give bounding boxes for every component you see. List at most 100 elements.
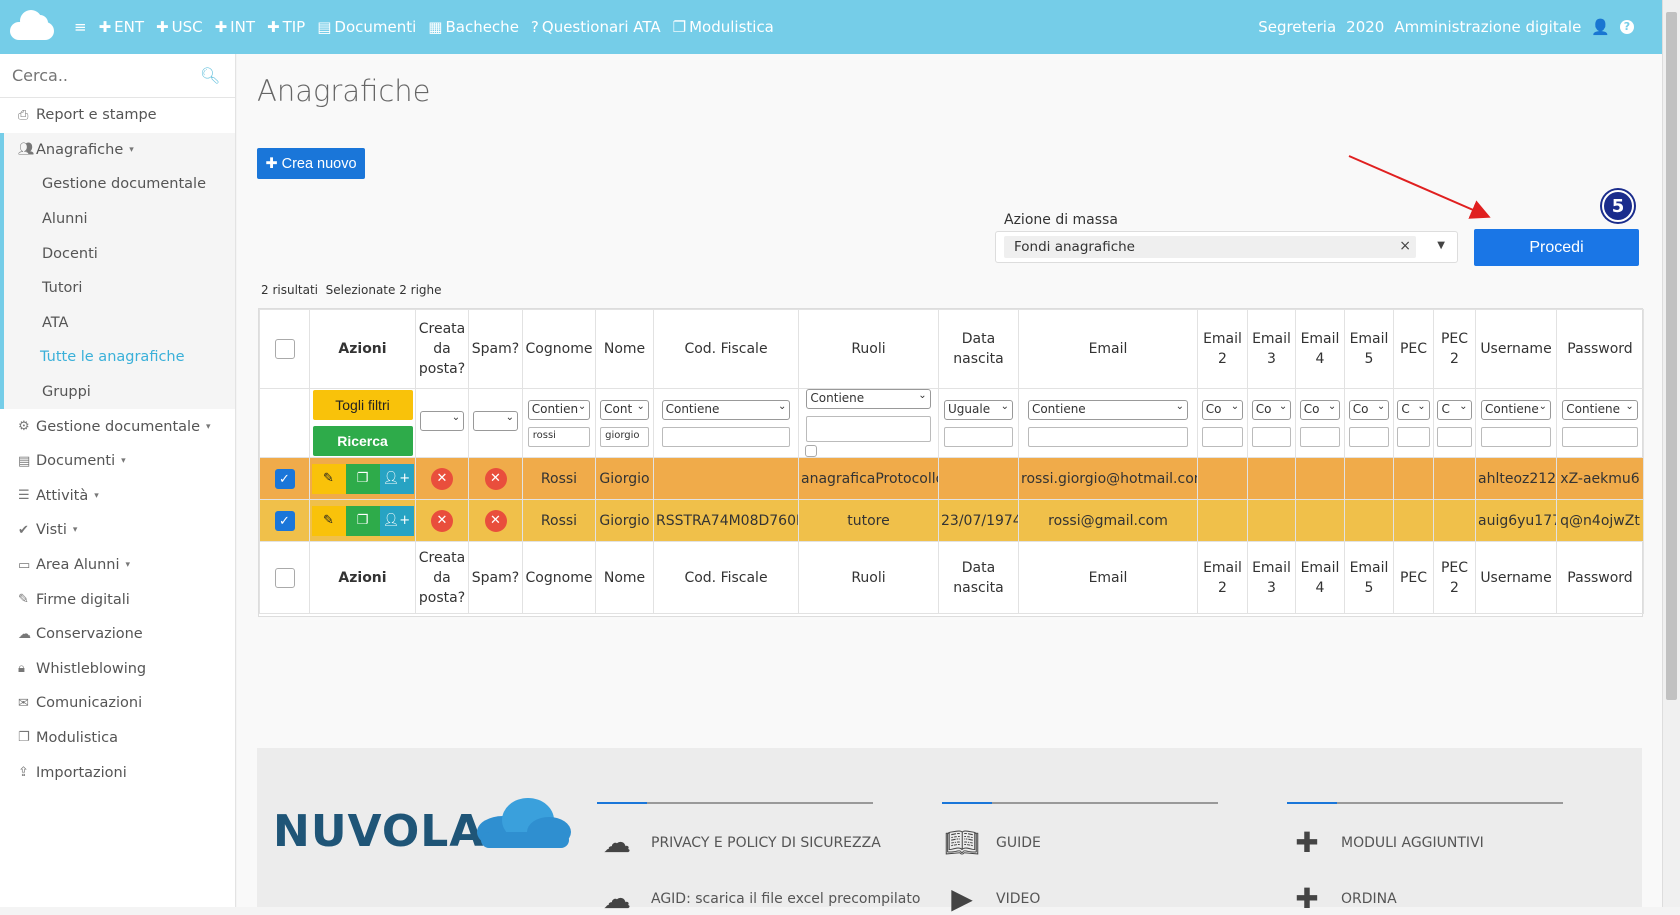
add-user-icon[interactable]: 👤︎+ xyxy=(379,505,414,536)
col-data-nascita-footer[interactable]: Data nascita xyxy=(938,541,1019,614)
footer-link-video[interactable]: ▶ VIDEO xyxy=(942,882,1040,915)
col-username[interactable]: Username xyxy=(1475,309,1557,389)
nome-op-select[interactable]: Cont ⌄ xyxy=(600,399,649,420)
chevron-down-icon[interactable]: ▼ xyxy=(1437,240,1445,251)
col-email-3[interactable]: Email 3 xyxy=(1247,309,1296,389)
user-icon[interactable]: 👤 xyxy=(1591,18,1610,36)
subitem-tutori[interactable]: Tutori xyxy=(4,270,235,306)
scrollbar-thumb[interactable] xyxy=(1666,12,1677,700)
row-checkbox[interactable]: ✓ xyxy=(274,510,295,531)
ruoli-checkbox[interactable] xyxy=(805,445,817,457)
search-button[interactable]: Ricerca xyxy=(312,426,413,456)
duplicate-icon[interactable]: ❐ xyxy=(345,505,380,536)
sidebar-item-attivita[interactable]: ☰ Attività ▾ xyxy=(0,479,235,514)
nav-questionari[interactable]: ? Questionari ATA xyxy=(531,18,661,36)
pec-op-select[interactable]: C ⌄ xyxy=(1397,399,1430,420)
select-all-checkbox-bottom[interactable] xyxy=(274,567,295,588)
col-pec-2[interactable]: PEC 2 xyxy=(1433,309,1476,389)
nav-modulistica[interactable]: ❐ Modulistica xyxy=(673,18,774,36)
col-pec-2-footer[interactable]: PEC 2 xyxy=(1433,541,1476,614)
col-ruoli[interactable]: Ruoli xyxy=(798,309,939,389)
subitem-docenti[interactable]: Docenti xyxy=(4,236,235,271)
col-cognome-footer[interactable]: Cognome xyxy=(522,541,596,614)
subitem-alunni[interactable]: Alunni xyxy=(4,201,235,237)
sidebar-item-modulistica[interactable]: ❐ Modulistica xyxy=(0,721,235,756)
search-icon[interactable]: 🔍︎ xyxy=(200,66,220,85)
row-checkbox[interactable]: ✓ xyxy=(274,468,295,489)
pec-filter-input[interactable] xyxy=(1397,426,1430,447)
col-spam-footer[interactable]: Spam? xyxy=(468,541,523,614)
subitem-tutte-anagrafiche[interactable]: Tutte le anagrafiche xyxy=(4,340,235,375)
col-nome-footer[interactable]: Nome xyxy=(595,541,654,614)
col-pec[interactable]: PEC xyxy=(1393,309,1434,389)
username-op-select[interactable]: Contiene ⌄ xyxy=(1481,399,1551,420)
pec2-op-select[interactable]: C ⌄ xyxy=(1437,399,1472,420)
email-filter-input[interactable] xyxy=(1027,426,1189,447)
col-email-2-footer[interactable]: Email 2 xyxy=(1197,541,1248,614)
sidebar-item-conservazione[interactable]: ☁ Conservazione xyxy=(0,617,235,652)
email3-filter-input[interactable] xyxy=(1251,426,1292,447)
col-password-footer[interactable]: Password xyxy=(1556,541,1644,614)
sidebar-item-documenti[interactable]: ▤ Documenti ▾ xyxy=(0,444,235,479)
menu-toggle[interactable]: ≡ xyxy=(74,18,87,36)
table-row[interactable]: ✓ ✎ ❐ 👤︎+ ✕ ✕ Rossi Giorgio anagraficaProt… xyxy=(259,457,1644,500)
col-data-nascita[interactable]: Data nascita xyxy=(938,309,1019,389)
ruoli-op-select[interactable]: Contiene ⌄ xyxy=(806,389,931,409)
nav-usc[interactable]: ✚ USC xyxy=(156,18,203,36)
email5-op-select[interactable]: Co ⌄ xyxy=(1348,399,1390,420)
help-icon[interactable]: ? xyxy=(1620,20,1634,34)
pec2-filter-input[interactable] xyxy=(1437,426,1472,447)
create-new-button[interactable]: ✚ Crea nuovo xyxy=(257,148,365,179)
username-filter-input[interactable] xyxy=(1481,426,1551,447)
duplicate-icon[interactable]: ❐ xyxy=(345,463,380,494)
email4-filter-input[interactable] xyxy=(1299,426,1341,447)
col-cod-fiscale-footer[interactable]: Cod. Fiscale xyxy=(653,541,799,614)
edit-icon[interactable]: ✎ xyxy=(311,463,346,494)
select-all-checkbox[interactable] xyxy=(274,339,295,359)
col-email-5-footer[interactable]: Email 5 xyxy=(1344,541,1394,614)
sidebar-item-area-alunni[interactable]: ▭ Area Alunni ▾ xyxy=(0,548,235,583)
footer-link-guide[interactable]: 📖︎ GUIDE xyxy=(942,826,1041,859)
email-op-select[interactable]: Contiene ⌄ xyxy=(1027,399,1189,420)
footer-link-privacy[interactable]: ☁ PRIVACY E POLICY DI SICUREZZA xyxy=(597,826,881,859)
sidebar-item-firme-digitali[interactable]: ✎ Firme digitali xyxy=(0,582,235,617)
col-email-4[interactable]: Email 4 xyxy=(1295,309,1345,389)
org-link[interactable]: Amministrazione digitale xyxy=(1394,18,1581,36)
add-user-icon[interactable]: 👤︎+ xyxy=(379,463,414,494)
subitem-ata[interactable]: ATA xyxy=(4,305,235,341)
email2-filter-input[interactable] xyxy=(1201,426,1244,447)
sidebar-item-whistleblowing[interactable]: 🔒︎ Whistleblowing xyxy=(0,652,235,687)
col-email[interactable]: Email xyxy=(1018,309,1198,389)
nav-documenti[interactable]: ▤ Documenti xyxy=(317,18,416,36)
edit-icon[interactable]: ✎ xyxy=(311,505,346,536)
cf-filter-input[interactable] xyxy=(661,426,791,447)
sidebar-item-comunicazioni[interactable]: ✉ Comunicazioni xyxy=(0,686,235,721)
year-link[interactable]: 2020 xyxy=(1346,18,1384,36)
col-password[interactable]: Password xyxy=(1556,309,1644,389)
email2-op-select[interactable]: Co ⌄ xyxy=(1201,399,1244,420)
col-email-3-footer[interactable]: Email 3 xyxy=(1247,541,1296,614)
clear-filters-button[interactable]: Togli filtri xyxy=(312,390,413,420)
cf-op-select[interactable]: Contiene ⌄ xyxy=(661,399,791,420)
email5-filter-input[interactable] xyxy=(1348,426,1390,447)
page-scrollbar[interactable] xyxy=(1662,0,1680,907)
clear-icon[interactable]: × xyxy=(1399,238,1411,254)
email4-op-select[interactable]: Co ⌄ xyxy=(1299,399,1341,420)
posta-filter-select[interactable]: ⌄ xyxy=(419,411,465,431)
sidebar-item-report[interactable]: ⎙ Report e stampe xyxy=(0,98,235,133)
col-email-2[interactable]: Email 2 xyxy=(1197,309,1248,389)
table-row[interactable]: ✓ ✎ ❐ 👤︎+ ✕ ✕ Rossi Giorgio RSSTRA74M08D76… xyxy=(259,499,1644,542)
cognome-filter-input[interactable]: rossi xyxy=(527,426,591,447)
col-spam[interactable]: Spam? xyxy=(468,309,523,389)
col-email-footer[interactable]: Email xyxy=(1018,541,1198,614)
col-pec-footer[interactable]: PEC xyxy=(1393,541,1434,614)
col-cod-fiscale[interactable]: Cod. Fiscale xyxy=(653,309,799,389)
footer-link-moduli[interactable]: ✚ MODULI AGGIUNTIVI xyxy=(1287,826,1484,859)
subitem-gestione-documentale[interactable]: Gestione documentale xyxy=(4,167,235,202)
nav-bacheche[interactable]: ▦ Bacheche xyxy=(428,18,519,36)
nav-int[interactable]: ✚ INT xyxy=(215,18,255,36)
col-ruoli-footer[interactable]: Ruoli xyxy=(798,541,939,614)
nome-filter-input[interactable]: giorgio xyxy=(600,426,649,447)
col-creata-da-posta-footer[interactable]: Creata da posta? xyxy=(415,541,469,614)
col-email-4-footer[interactable]: Email 4 xyxy=(1295,541,1345,614)
